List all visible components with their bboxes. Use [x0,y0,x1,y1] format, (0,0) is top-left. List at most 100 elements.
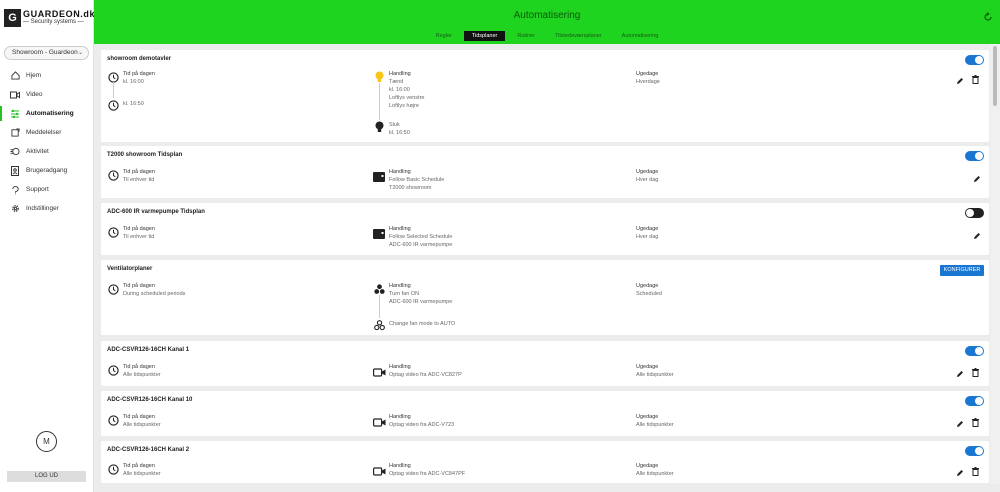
sidebar-item-automatisering[interactable]: Automatisering [0,104,93,123]
sidebar-item-brugeradgang[interactable]: Brugeradgang [0,161,93,180]
message-icon [10,128,20,138]
configure-button[interactable]: KONFIGURER [940,265,984,276]
weekday-cell: Ugedage Hverdage [636,70,660,86]
sidebar-item-label: Video [26,91,43,98]
avatar[interactable]: M [36,431,57,452]
card-title: ADC-600 IR varmepumpe Tidsplan [107,209,205,215]
sidebar-item-meddelelser[interactable]: Meddelelser [0,123,93,142]
schedule-card: ADC-600 IR varmepumpe Tidsplan Tid på da… [101,203,989,255]
action-cell: Handling Tænd kl. 16:00 Loftlys venstre … [389,70,424,110]
card-title: ADC-CSVR126-16CH Kanal 10 [107,397,193,403]
schedule-toggle[interactable] [965,446,984,456]
delete-icon[interactable] [972,414,980,427]
action-cell: Sluk kl. 16:50 [389,121,410,137]
fan-icon [374,282,385,294]
edit-icon[interactable] [973,170,981,182]
time-label: Tid på dagen [123,463,155,469]
schedule-card: ADC-CSVR126-16CH Kanal 10 Tid på dagen A… [101,391,989,436]
card-title: T2000 showroom Tidsplan [107,152,183,158]
clock-icon [108,282,119,295]
clock-icon [108,70,119,83]
action-label: Handling [389,414,411,420]
weekday-label: Ugedage [636,283,659,289]
schedule-toggle[interactable] [965,208,984,218]
weekday-label: Ugedage [636,364,659,370]
weekday-label: Ugedage [636,226,659,232]
edit-icon[interactable] [956,464,964,476]
action-label: Handling [389,463,411,469]
time-cell: Tid på dagen During scheduled periods [123,282,185,298]
action-cell: Handling Follow Selected Schedule ADC-60… [389,225,452,249]
scrollbar[interactable] [990,44,1000,484]
sidebar-item-label: Brugeradgang [26,167,68,174]
weekday-label: Ugedage [636,463,659,469]
clock-icon [108,225,119,238]
schedule-toggle[interactable] [965,346,984,356]
camera-icon [373,414,386,427]
edit-icon[interactable] [956,72,964,84]
action-line: Loftlys højre [389,103,419,109]
delete-icon[interactable] [972,71,980,84]
time-value: kl. 16:50 [123,101,144,107]
activity-icon [10,147,20,157]
action-line: kl. 16:00 [389,87,410,93]
header: Automatisering Regler Tidsplaner Rutiner… [94,0,1000,44]
time-cell: Tid på dagen Alle tidspunkter [123,462,161,478]
video-icon [10,90,20,100]
tab-regler[interactable]: Regler [428,31,460,41]
sidebar: G GUARDEON.dk — Security systems — Showr… [0,0,95,492]
refresh-icon[interactable] [983,9,993,21]
schedule-toggle[interactable] [965,151,984,161]
action-line: ADC-600 IR varmepumpe [389,299,453,305]
delete-icon[interactable] [972,463,980,476]
guardeon-logo[interactable]: G GUARDEON.dk — Security systems — [4,9,95,28]
schedule-toggle[interactable] [965,396,984,406]
edit-icon[interactable] [956,365,964,377]
clock-icon [108,98,119,111]
action-label: Handling [389,226,411,232]
weekday-value: Scheduled [636,291,662,297]
schedule-toggle[interactable] [965,55,984,65]
weekday-cell: Ugedage Alle tidspunkter [636,363,674,379]
edit-icon[interactable] [973,227,981,239]
tab-rutiner[interactable]: Rutiner [509,31,543,41]
weekday-value: Hverdage [636,79,660,85]
action-line: Optag video fra ADC-VC827P [389,372,462,378]
time-label: Tid på dagen [123,169,155,175]
sidebar-item-support[interactable]: Support [0,180,93,199]
logout-button[interactable]: LOG UD [7,471,86,482]
time-cell: Tid på dagen Alle tidspunkter [123,363,161,379]
action-cell: Change fan mode to AUTO [389,320,455,328]
clock-icon [108,413,119,426]
location-selector[interactable]: Showroom - Guardeon ⌄ [4,46,89,60]
sidebar-item-hjem[interactable]: Hjem [0,66,93,85]
weekday-value: Alle tidspunkter [636,471,674,477]
tab-tilstedevaersplaner[interactable]: Tilstedeværsplaner [547,31,610,41]
edit-icon[interactable] [956,415,964,427]
sidebar-item-aktivitet[interactable]: Aktivitet [0,142,93,161]
action-cell: Handling Follow Basic Schedule T2000 sho… [389,168,444,192]
user-access-icon [10,165,20,176]
sidebar-item-video[interactable]: Video [0,85,93,104]
time-value: Alle tidspunkter [123,372,161,378]
sidebar-item-label: Meddelelser [26,129,62,136]
weekday-value: Alle tidspunkter [636,422,674,428]
tab-automatisering[interactable]: Automatisering [614,31,667,41]
schedule-card: T2000 showroom Tidsplan Tid på dagen Til… [101,146,989,198]
time-cell: Tid på dagen Alle tidspunkter [123,413,161,429]
time-label: Tid på dagen [123,71,155,77]
logo-mark: G [4,9,21,27]
weekday-cell: Ugedage Hver dag [636,168,658,184]
action-line: Optag video fra ADC-VC847PF [389,471,466,477]
weekday-cell: Ugedage Scheduled [636,282,662,298]
tab-tidsplaner[interactable]: Tidsplaner [463,31,506,41]
action-label: Sluk [389,122,400,128]
scrollbar-thumb[interactable] [993,46,997,106]
sidebar-item-indstillinger[interactable]: Indstillinger [0,199,93,218]
weekday-value: Alle tidspunkter [636,372,674,378]
action-line: Turn fan ON [389,291,420,297]
bulb-off-icon [374,120,385,132]
card-title: ADC-CSVR126-16CH Kanal 2 [107,447,190,453]
action-line: T2000 showroom [389,185,432,191]
delete-icon[interactable] [972,364,980,377]
